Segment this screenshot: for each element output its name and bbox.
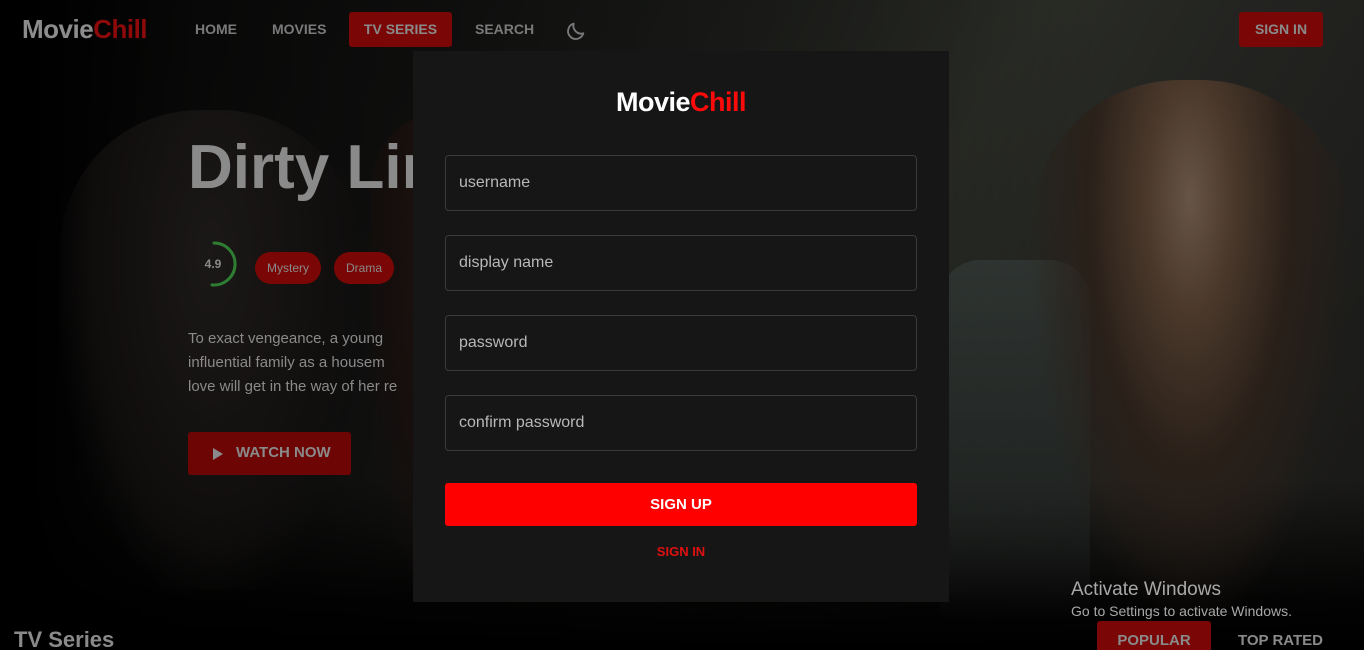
sign-in-button[interactable]: SIGN IN [1239,12,1323,47]
hero-title: Dirty Lin [188,133,440,202]
tab-top-rated[interactable]: TOP RATED [1238,632,1323,649]
genre-badge: Mystery [255,252,321,284]
logo-text: Movie [615,87,691,117]
sign-up-modal: MovieChill SIGN UP SIGN IN [413,51,949,602]
confirm-password-field[interactable] [445,395,917,451]
display-name-field[interactable] [445,235,917,291]
overview-line: To exact vengeance, a young [188,330,384,347]
sign-in-link[interactable]: SIGN IN [413,544,949,559]
site-logo[interactable]: MovieChill [22,14,148,45]
overview-line: love will get in the way of her re [188,378,398,395]
logo-accent-text: Chill [690,87,747,117]
windows-activation-watermark: Activate Windows Go to Settings to activ… [1071,579,1292,621]
overview-line: influential family as a housem [188,354,385,371]
modal-logo: MovieChill [413,87,949,118]
play-icon [213,448,223,460]
watch-now-button[interactable]: WATCH NOW [188,432,351,475]
watermark-title: Activate Windows [1071,579,1221,600]
password-field[interactable] [445,315,917,371]
nav-movies[interactable]: MOVIES [272,12,326,47]
nav-home[interactable]: HOME [195,12,237,47]
tab-label: POPULAR [1117,632,1191,649]
logo-text: Movie [22,14,94,44]
sign-up-button[interactable]: SIGN UP [445,483,917,526]
tab-popular[interactable]: POPULAR [1097,621,1211,650]
watch-now-label: WATCH NOW [236,444,331,461]
rating-value: 4.9 [204,257,222,271]
logo-accent-text: Chill [93,14,148,44]
section-title: TV Series [14,627,115,650]
nav-tv-series[interactable]: TV SERIES [349,12,452,47]
nav-search[interactable]: SEARCH [475,12,534,47]
genre-badge: Drama [334,252,395,284]
watermark-subtitle: Go to Settings to activate Windows. [1071,603,1292,619]
moon-icon[interactable] [565,20,587,42]
username-field[interactable] [445,155,917,211]
hero-overview: To exact vengeance, a young influential … [188,327,413,399]
